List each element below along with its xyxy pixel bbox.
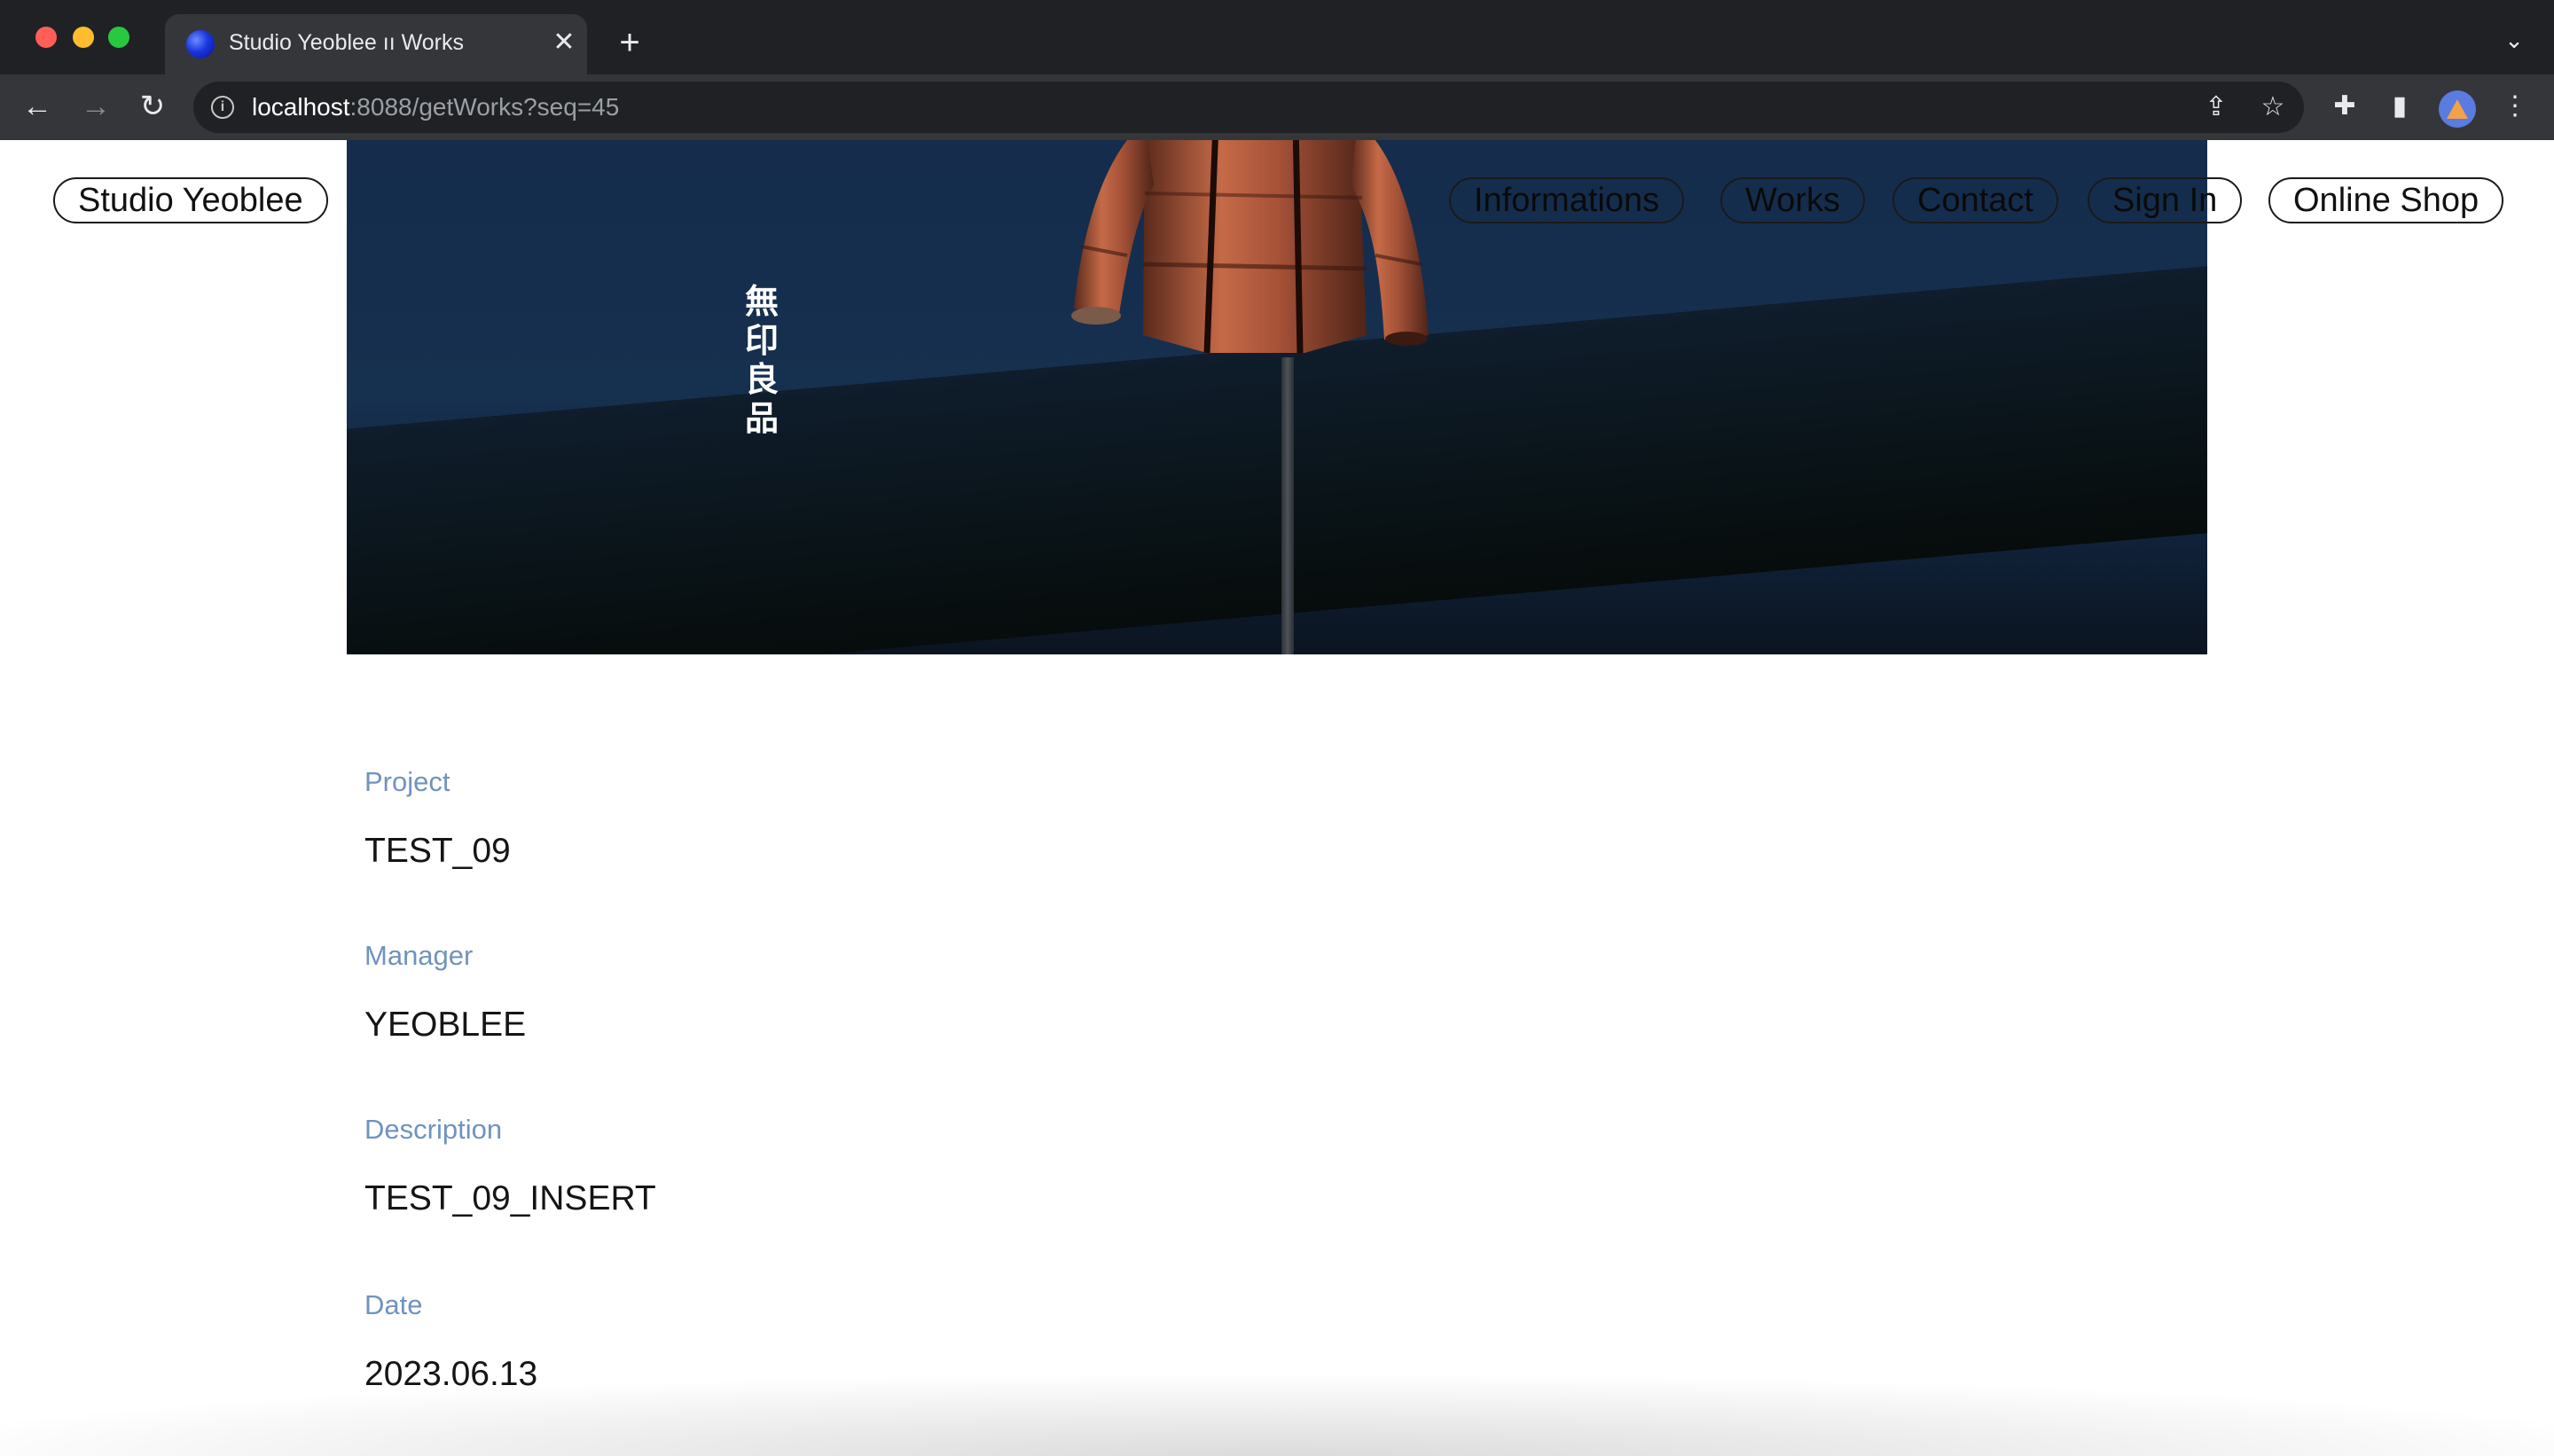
site-logo-button[interactable]: Studio Yeoblee — [53, 177, 328, 223]
forward-arrow-icon[interactable]: → — [76, 87, 115, 126]
tab-title: Studio Yeoblee ıı Works — [229, 30, 464, 55]
brand-char: 無 — [744, 282, 779, 321]
project-value: TEST_09 — [364, 832, 511, 870]
brand-char: 良 — [744, 360, 779, 399]
nav-works[interactable]: Works — [1720, 177, 1865, 223]
description-value: TEST_09_INSERT — [364, 1179, 656, 1217]
brand-char: 品 — [744, 399, 779, 438]
extensions-icon[interactable]: ✚ — [2327, 89, 2362, 124]
nav-sign-in[interactable]: Sign In — [2088, 177, 2243, 223]
hero-brand-mark: 無 印 良 品 — [742, 282, 781, 438]
project-label: Project — [364, 766, 450, 797]
tab-list-chevron-icon[interactable]: ⌄ — [2501, 27, 2527, 53]
browser-toolbar: ← → ↻ i localhost:8088/getWorks?seq=45 ⇪… — [0, 74, 2554, 142]
nav-informations[interactable]: Informations — [1449, 177, 1685, 223]
mannequin-pole — [1281, 357, 1294, 654]
puffer-jacket-image — [1071, 140, 1429, 354]
window-close-button[interactable] — [35, 27, 57, 48]
sidebar-icon[interactable]: ▮ — [2382, 89, 2417, 124]
manager-value: YEOBLEE — [364, 1006, 527, 1044]
manager-label: Manager — [364, 940, 474, 971]
url-text[interactable]: localhost:8088/getWorks?seq=45 — [252, 93, 619, 121]
window-zoom-button[interactable] — [108, 27, 129, 48]
date-value: 2023.06.13 — [364, 1355, 538, 1393]
nav-online-shop[interactable]: Online Shop — [2268, 177, 2504, 223]
star-icon[interactable]: ☆ — [2256, 90, 2290, 124]
reload-icon[interactable]: ↻ — [133, 87, 172, 126]
back-arrow-icon[interactable]: ← — [18, 87, 57, 126]
profile-avatar[interactable] — [2439, 90, 2476, 128]
date-label: Date — [364, 1289, 423, 1320]
window-minimize-button[interactable] — [73, 27, 94, 48]
globe-favicon-icon — [186, 30, 215, 59]
page-viewport: 無 印 良 品 Studio Yeoblee Informations Work… — [0, 140, 2554, 1456]
browser-tab-bar: Studio Yeoblee ıı Works ✕ + ⌄ — [0, 0, 2554, 74]
nav-contact[interactable]: Contact — [1892, 177, 2058, 223]
info-icon[interactable]: i — [211, 96, 234, 119]
new-tab-button[interactable]: + — [612, 25, 647, 60]
brand-char: 印 — [744, 321, 779, 360]
browser-tab-active[interactable]: Studio Yeoblee ıı Works ✕ — [165, 14, 587, 74]
address-bar[interactable]: i localhost:8088/getWorks?seq=45 ⇪ ☆ — [193, 82, 2304, 133]
menu-icon[interactable]: ⋮ — [2497, 89, 2533, 124]
share-icon[interactable]: ⇪ — [2199, 90, 2233, 124]
description-label: Description — [364, 1114, 503, 1145]
tab-close-icon[interactable]: ✕ — [548, 27, 580, 59]
